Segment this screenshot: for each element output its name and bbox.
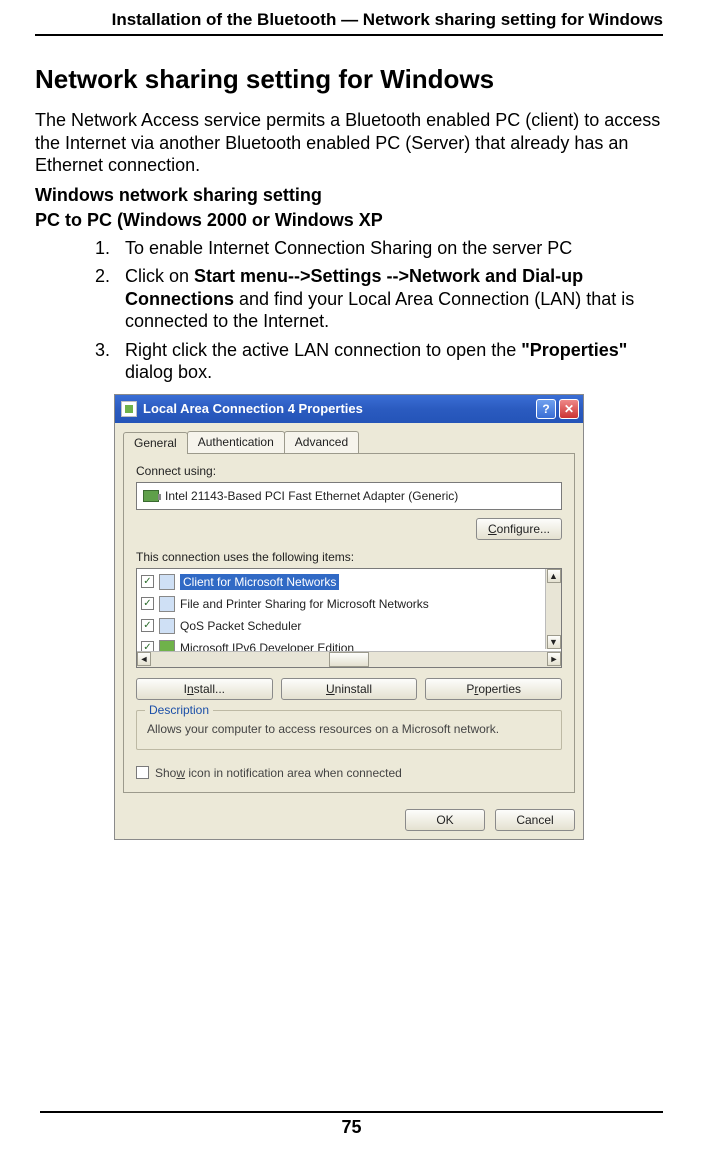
running-header: Installation of the Bluetooth — Network … <box>35 10 663 36</box>
uninstall-button[interactable]: UninstallUninstall <box>281 678 418 700</box>
close-button[interactable]: ✕ <box>559 399 579 419</box>
nic-icon <box>143 490 159 502</box>
steps-list: To enable Internet Connection Sharing on… <box>35 237 663 384</box>
checkbox-icon[interactable]: ✓ <box>141 619 154 632</box>
intro-paragraph: The Network Access service permits a Blu… <box>35 109 663 177</box>
checkbox-icon[interactable]: ✓ <box>141 575 154 588</box>
list-item[interactable]: ✓ Client for Microsoft Networks <box>139 571 543 593</box>
scroll-up-icon[interactable]: ▲ <box>547 569 561 583</box>
ok-button[interactable]: OK <box>405 809 485 831</box>
tab-authentication[interactable]: Authentication <box>187 431 285 453</box>
list-item-label: File and Printer Sharing for Microsoft N… <box>180 597 429 611</box>
list-item[interactable]: ✓ File and Printer Sharing for Microsoft… <box>139 593 543 615</box>
items-label: This connection uses the following items… <box>136 550 562 564</box>
service-icon <box>159 618 175 634</box>
step-3: Right click the active LAN connection to… <box>115 339 663 384</box>
description-group: Description Allows your computer to acce… <box>136 710 562 750</box>
tab-strip: General Authentication Advanced <box>115 423 583 453</box>
page-title: Network sharing setting for Windows <box>35 64 663 95</box>
description-title: Description <box>145 703 213 717</box>
tab-panel-general: Connect using: Intel 21143-Based PCI Fas… <box>123 453 575 793</box>
vertical-scrollbar[interactable]: ▲ ▼ <box>545 569 561 649</box>
horizontal-scrollbar[interactable]: ◄ ► <box>137 651 561 667</box>
checkbox-icon[interactable] <box>136 766 149 779</box>
components-list[interactable]: ✓ Client for Microsoft Networks ✓ File a… <box>136 568 562 668</box>
client-icon <box>159 574 175 590</box>
adapter-field[interactable]: Intel 21143-Based PCI Fast Ethernet Adap… <box>136 482 562 510</box>
tab-general[interactable]: General <box>123 432 188 454</box>
list-item-label: Client for Microsoft Networks <box>180 574 339 590</box>
connect-using-label: Connect using: <box>136 464 562 478</box>
checkbox-icon[interactable]: ✓ <box>141 597 154 610</box>
cancel-button[interactable]: Cancel <box>495 809 575 831</box>
titlebar[interactable]: Local Area Connection 4 Properties ? ✕ <box>115 395 583 423</box>
scroll-thumb[interactable] <box>329 652 369 667</box>
configure-button[interactable]: CConfigure...onfigure... <box>476 518 562 540</box>
scroll-left-icon[interactable]: ◄ <box>137 652 151 666</box>
show-icon-checkbox[interactable]: Show icon in notification area when conn… <box>136 766 562 780</box>
window-icon <box>121 401 137 417</box>
list-item[interactable]: ✓ QoS Packet Scheduler <box>139 615 543 637</box>
step-2: Click on Start menu-->Settings -->Networ… <box>115 265 663 333</box>
scroll-right-icon[interactable]: ► <box>547 652 561 666</box>
list-item-label: QoS Packet Scheduler <box>180 619 301 633</box>
tab-advanced[interactable]: Advanced <box>284 431 359 453</box>
description-text: Allows your computer to access resources… <box>147 721 551 737</box>
subheading-2: PC to PC (Windows 2000 or Windows XP <box>35 210 663 231</box>
properties-dialog: Local Area Connection 4 Properties ? ✕ G… <box>114 394 584 840</box>
properties-button[interactable]: PropertiesProperties <box>425 678 562 700</box>
help-button[interactable]: ? <box>536 399 556 419</box>
subheading-1: Windows network sharing setting <box>35 185 663 206</box>
window-title: Local Area Connection 4 Properties <box>143 401 536 416</box>
scroll-down-icon[interactable]: ▼ <box>547 635 561 649</box>
adapter-name: Intel 21143-Based PCI Fast Ethernet Adap… <box>165 489 458 503</box>
service-icon <box>159 596 175 612</box>
page-number: 75 <box>40 1111 663 1138</box>
step-1: To enable Internet Connection Sharing on… <box>115 237 663 260</box>
install-button[interactable]: Install...Install... <box>136 678 273 700</box>
